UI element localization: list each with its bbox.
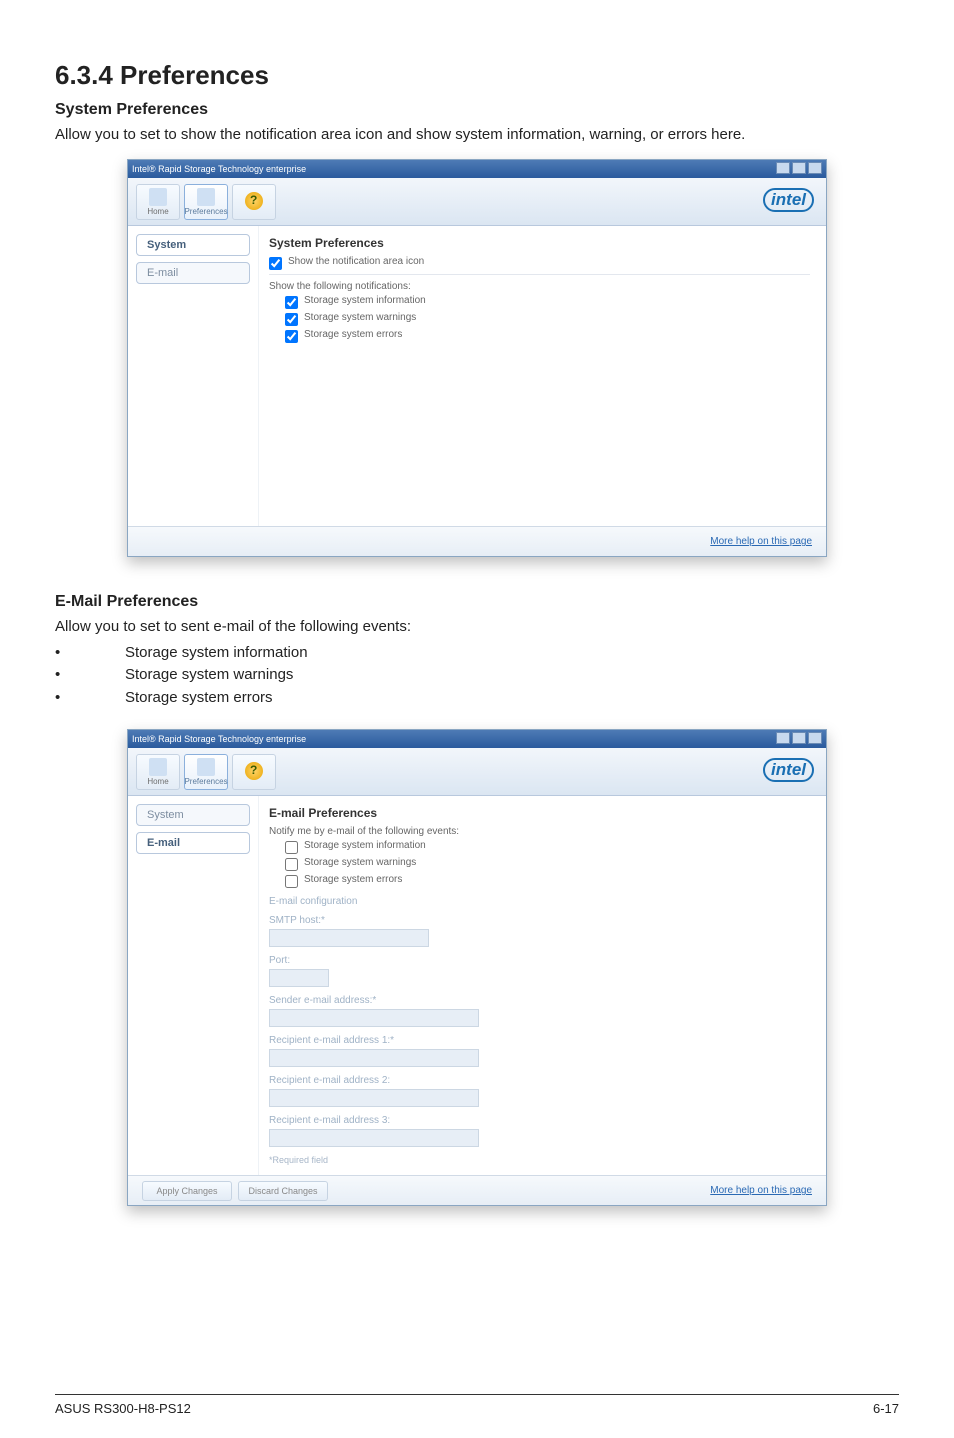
sidebar: System E-mail [128, 226, 258, 526]
footer-bar: Apply Changes Discard Changes More help … [128, 1175, 826, 1205]
recipient2-input[interactable] [269, 1089, 479, 1107]
help-icon [245, 192, 263, 210]
window-title: Intel® Rapid Storage Technology enterpri… [132, 160, 306, 178]
preferences-button[interactable]: Preferences [184, 754, 228, 790]
smtp-input[interactable] [269, 929, 429, 947]
maximize-icon[interactable] [792, 162, 806, 174]
help-icon [245, 762, 263, 780]
r1-label: Recipient e-mail address 1:* [269, 1035, 810, 1046]
preferences-button-label: Preferences [184, 207, 227, 216]
chk-warn[interactable] [285, 858, 298, 871]
r2-label: Recipient e-mail address 2: [269, 1075, 810, 1086]
home-button[interactable]: Home [136, 184, 180, 220]
close-icon[interactable] [808, 162, 822, 174]
chk-info[interactable] [285, 841, 298, 854]
smtp-label: SMTP host:* [269, 915, 810, 926]
footer-left: ASUS RS300-H8-PS12 [55, 1401, 191, 1416]
notify-group-label: Show the following notifications: [269, 281, 810, 292]
section2-title: E-Mail Preferences [55, 593, 899, 611]
chk-err[interactable] [285, 330, 298, 343]
system-pref-window: Intel® Rapid Storage Technology enterpri… [127, 159, 827, 557]
bullet-item: Storage system information [55, 642, 899, 665]
gear-icon [197, 758, 215, 776]
sender-input[interactable] [269, 1009, 479, 1027]
notify-label: Notify me by e-mail of the following eve… [269, 826, 810, 837]
toolbar: Home Preferences intel [128, 748, 826, 796]
section1-desc: Allow you to set to show the notificatio… [55, 125, 899, 145]
bullet-item: Storage system warnings [55, 664, 899, 687]
tab-email[interactable]: E-mail [136, 262, 250, 284]
home-icon [149, 758, 167, 776]
chk-warn-label: Storage system warnings [304, 857, 416, 868]
titlebar: Intel® Rapid Storage Technology enterpri… [128, 730, 826, 748]
page-heading: 6.3.4 Preferences [55, 60, 899, 91]
section1-title: System Preferences [55, 101, 899, 119]
sidebar: System E-mail [128, 796, 258, 1175]
content-title: System Preferences [269, 236, 810, 250]
chk-show-icon[interactable] [269, 257, 282, 270]
footer-right: 6-17 [873, 1401, 899, 1416]
toolbar: Home Preferences intel [128, 178, 826, 226]
content-title: E-mail Preferences [269, 806, 810, 820]
home-button-label: Home [147, 207, 168, 216]
home-icon [149, 188, 167, 206]
close-icon[interactable] [808, 732, 822, 744]
recipient3-input[interactable] [269, 1129, 479, 1147]
tab-system[interactable]: System [136, 234, 250, 256]
port-label: Port: [269, 955, 810, 966]
titlebar: Intel® Rapid Storage Technology enterpri… [128, 160, 826, 178]
email-pref-window: Intel® Rapid Storage Technology enterpri… [127, 729, 827, 1206]
minimize-icon[interactable] [776, 732, 790, 744]
r3-label: Recipient e-mail address 3: [269, 1115, 810, 1126]
more-help-link[interactable]: More help on this page [710, 1185, 812, 1196]
bullet-item: Storage system errors [55, 687, 899, 710]
port-input[interactable] [269, 969, 329, 987]
gear-icon [197, 188, 215, 206]
apply-button[interactable]: Apply Changes [142, 1181, 232, 1201]
help-button[interactable] [232, 184, 276, 220]
window-title: Intel® Rapid Storage Technology enterpri… [132, 730, 306, 748]
chk-err-label: Storage system errors [304, 874, 402, 885]
divider [269, 274, 810, 275]
chk-err-label: Storage system errors [304, 329, 402, 340]
sender-label: Sender e-mail address:* [269, 995, 810, 1006]
section2-desc: Allow you to set to sent e-mail of the f… [55, 617, 899, 637]
footer-bar: More help on this page [128, 526, 826, 556]
config-section-label: E-mail configuration [269, 896, 810, 907]
page-footer: ASUS RS300-H8-PS12 6-17 [55, 1394, 899, 1416]
recipient1-input[interactable] [269, 1049, 479, 1067]
chk-warn[interactable] [285, 313, 298, 326]
chk-warn-label: Storage system warnings [304, 312, 416, 323]
preferences-button-label: Preferences [184, 777, 227, 786]
home-button[interactable]: Home [136, 754, 180, 790]
chk-info[interactable] [285, 296, 298, 309]
intel-logo: intel [763, 758, 814, 782]
help-button[interactable] [232, 754, 276, 790]
minimize-icon[interactable] [776, 162, 790, 174]
chk-err[interactable] [285, 875, 298, 888]
preferences-button[interactable]: Preferences [184, 184, 228, 220]
home-button-label: Home [147, 777, 168, 786]
maximize-icon[interactable] [792, 732, 806, 744]
tab-system[interactable]: System [136, 804, 250, 826]
chk-info-label: Storage system information [304, 295, 426, 306]
tab-email[interactable]: E-mail [136, 832, 250, 854]
more-help-link[interactable]: More help on this page [710, 536, 812, 547]
discard-button[interactable]: Discard Changes [238, 1181, 328, 1201]
required-note: *Required field [269, 1155, 810, 1165]
intel-logo: intel [763, 188, 814, 212]
chk-info-label: Storage system information [304, 840, 426, 851]
chk-show-icon-label: Show the notification area icon [288, 256, 424, 267]
